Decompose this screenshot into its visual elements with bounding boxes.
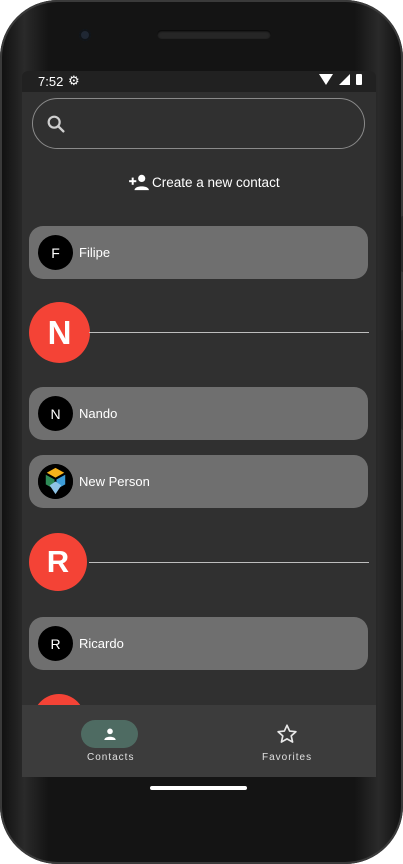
- section-letter: R: [29, 533, 87, 591]
- status-icons: [319, 74, 362, 85]
- contact-item-filipe[interactable]: F Filipe: [29, 226, 368, 279]
- section-header-r: R: [22, 533, 376, 595]
- nav-label: Contacts: [87, 752, 135, 763]
- nav-contacts[interactable]: Contacts: [22, 705, 199, 777]
- section-header-n: N: [22, 302, 376, 364]
- avatar: F: [38, 235, 73, 270]
- contact-item-new-person[interactable]: New Person: [29, 455, 368, 508]
- avatar: N: [38, 396, 73, 431]
- status-time: 7:52: [38, 74, 64, 89]
- contact-name: Ricardo: [79, 636, 124, 651]
- contact-item-ricardo[interactable]: R Ricardo: [29, 617, 368, 670]
- earpiece-speaker: [157, 30, 271, 39]
- home-indicator[interactable]: [150, 786, 247, 790]
- section-divider: [89, 332, 369, 333]
- search-input[interactable]: [77, 109, 351, 141]
- search-icon: [47, 115, 65, 133]
- battery-icon: [356, 74, 362, 85]
- nav-active-indicator: [81, 720, 138, 748]
- status-bar: 7:52 ⚙: [22, 71, 376, 92]
- create-contact-label: Create a new contact: [152, 174, 280, 190]
- signal-icon: [339, 74, 350, 85]
- avatar: R: [38, 626, 73, 661]
- avatar: [38, 464, 73, 499]
- nav-label: Favorites: [262, 752, 313, 763]
- search-bar[interactable]: [32, 98, 365, 149]
- section-letter: N: [29, 302, 90, 363]
- app-screen: 7:52 ⚙ Create a new contact F Filipe N N…: [22, 71, 376, 777]
- phone-frame: 7:52 ⚙ Create a new contact F Filipe N N…: [0, 0, 403, 864]
- wifi-icon: [319, 74, 333, 85]
- contact-name: Nando: [79, 406, 118, 421]
- colorful-logo-icon: [38, 464, 73, 499]
- gear-icon: ⚙: [68, 73, 80, 88]
- nav-favorites[interactable]: Favorites: [199, 705, 376, 777]
- create-contact-button[interactable]: Create a new contact: [128, 171, 280, 193]
- person-add-icon: [129, 174, 149, 191]
- contact-name: New Person: [79, 474, 150, 489]
- star-outline-icon: [276, 723, 298, 750]
- front-camera: [79, 29, 91, 41]
- section-divider: [89, 562, 369, 563]
- contact-name: Filipe: [79, 245, 111, 260]
- bottom-navigation: Contacts Favorites: [22, 705, 376, 777]
- person-icon: [103, 728, 116, 740]
- contact-item-nando[interactable]: N Nando: [29, 387, 368, 440]
